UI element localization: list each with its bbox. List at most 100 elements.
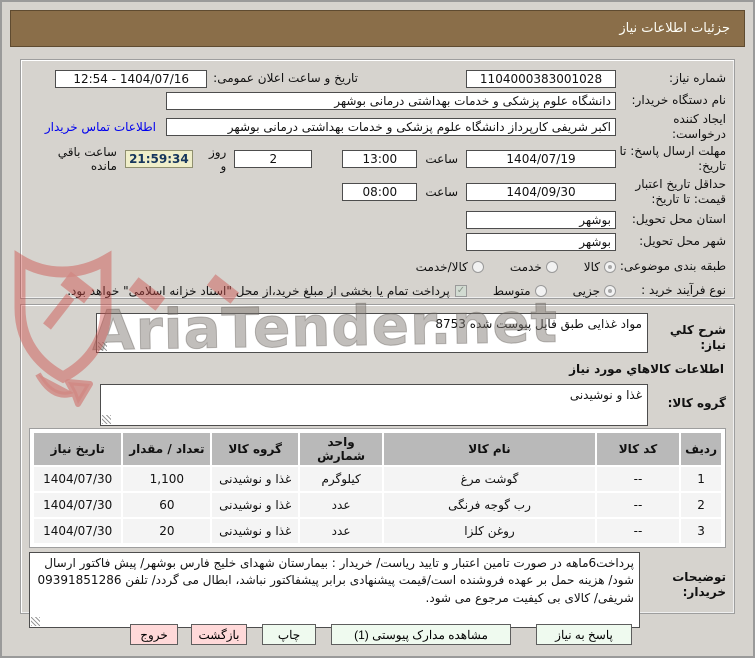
requester-row: ایجاد کننده درخواست: اکبر شریفی کارپرداز…	[29, 112, 726, 142]
province-row: استان محل تحویل: بوشهر	[29, 209, 726, 230]
radio-selected-icon[interactable]	[604, 260, 616, 273]
province-field[interactable]: بوشهر	[466, 210, 616, 229]
validity-date-field[interactable]: 1404/09/30	[466, 183, 616, 201]
cell-unit: کیلوگرم	[299, 467, 383, 491]
validity-time-field[interactable]: 08:00	[342, 183, 418, 201]
resize-grip-icon[interactable]	[102, 415, 111, 424]
buyer-contact-link[interactable]: اطلاعات تماس خریدار	[45, 120, 156, 134]
process-type-row: نوع فرآیند خرید : جزیی متوسط ✓ پرداخت تم…	[29, 280, 726, 301]
buyer-org-field[interactable]: دانشگاه علوم پزشکی و خدمات بهداشتی درمان…	[166, 91, 616, 110]
classification-row: طبقه بندی موضوعی: کالا خدمت کالا/خدمت	[29, 256, 726, 277]
buyer-org-row: نام دستگاه خریدار: دانشگاه علوم پزشکی و …	[29, 90, 726, 111]
buyer-notes-row: توضیحات خریدار: پرداخت6ماهه در صورت تامی…	[29, 552, 726, 628]
cell-group: غذا و نوشیدنی	[212, 493, 298, 517]
requester-label: ایجاد کننده درخواست:	[672, 112, 726, 141]
radio-option-service[interactable]: خدمت	[510, 260, 558, 274]
radio-option-goods[interactable]: کالا	[584, 260, 616, 274]
need-number-label: شماره نیاز:	[669, 71, 726, 85]
col-item-code: کد کالا	[596, 433, 680, 465]
countdown-timer: 21:59:34	[124, 150, 193, 168]
need-number-field[interactable]: 1104000383001028	[466, 69, 616, 88]
city-row: شهر محل تحویل: بوشهر	[29, 231, 726, 252]
cell-need-date: 1404/07/30	[34, 493, 122, 517]
publish-datetime-field[interactable]: 1404/07/16 - 12:54	[55, 69, 208, 88]
item-group-value: غذا و نوشیدنی	[569, 388, 642, 402]
action-buttons-row: پاسخ به نیاز مشاهده مدارک پیوستی (1) چاپ…	[2, 624, 753, 645]
radio-icon[interactable]	[534, 284, 547, 297]
need-number-row: شماره نیاز: 1104000383001028 تاریخ و ساع…	[29, 68, 726, 89]
radio-option-goods-service[interactable]: کالا/خدمت	[416, 260, 484, 274]
cell-item-name: گوشت مرغ	[384, 467, 595, 491]
price-validity-row: حداقل تاریخ اعتبار قیمت: تا تاریخ: 1404/…	[29, 176, 726, 208]
deadline-label: مهلت ارسال پاسخ: تا تاریخ:	[619, 144, 726, 173]
cell-need-date: 1404/07/30	[34, 519, 122, 543]
resize-grip-icon[interactable]	[98, 342, 107, 351]
cell-need-date: 1404/07/30	[34, 467, 122, 491]
deadline-hour-label: ساعت	[425, 152, 458, 166]
deadline-date-field[interactable]: 1404/07/19	[466, 150, 616, 168]
col-item-name: نام کالا	[384, 433, 595, 465]
city-label: شهر محل تحویل:	[639, 234, 726, 248]
buyer-notes-label: توضیحات خریدار:	[672, 570, 726, 599]
validity-label: حداقل تاریخ اعتبار قیمت: تا تاریخ:	[635, 177, 726, 206]
radio-option-label: جزیی	[572, 283, 600, 298]
publish-datetime-label: تاریخ و ساعت اعلان عمومی:	[213, 71, 358, 85]
cell-row-no: 1	[681, 467, 721, 491]
table-row: 1 -- گوشت مرغ کیلوگرم غذا و نوشیدنی 1,10…	[34, 467, 721, 491]
treasury-note-text: پرداخت تمام یا بخشی از مبلغ خرید،از محل …	[67, 283, 450, 298]
cell-item-code: --	[596, 467, 680, 491]
page-title: جزئیات اطلاعات نیاز	[619, 21, 730, 36]
table-row: 2 -- رب گوجه فرنگی عدد غذا و نوشیدنی 60 …	[34, 493, 721, 517]
days-and-label: روز و	[208, 145, 227, 173]
col-unit: واحد شمارش	[299, 433, 383, 465]
cell-group: غذا و نوشیدنی	[212, 467, 298, 491]
col-row-no: ردیف	[681, 433, 721, 465]
cell-unit: عدد	[299, 519, 383, 543]
cell-quantity: 20	[123, 519, 211, 543]
cell-item-code: --	[596, 519, 680, 543]
print-button[interactable]: چاپ	[262, 624, 316, 645]
cell-item-code: --	[596, 493, 680, 517]
validity-hour-label: ساعت	[425, 185, 458, 199]
items-groupbox: شرح کلي نیاز: مواد غذایی طبق فایل پیوست …	[20, 304, 735, 628]
city-field[interactable]: بوشهر	[466, 232, 616, 251]
need-desc-value: مواد غذایی طبق فایل پیوست شده 8753	[435, 317, 642, 331]
cell-quantity: 60	[123, 493, 211, 517]
radio-icon[interactable]	[471, 260, 484, 273]
radio-option-label: کالا	[583, 259, 600, 274]
requester-field[interactable]: اکبر شریفی کارپرداز دانشگاه علوم پزشکی و…	[166, 118, 616, 136]
table-row: 3 -- روغن کلزا عدد غذا و نوشیدنی 20 1404…	[34, 519, 721, 543]
respond-to-need-button[interactable]: پاسخ به نیاز	[536, 624, 632, 645]
cell-row-no: 3	[681, 519, 721, 543]
radio-option-medium[interactable]: متوسط	[493, 284, 547, 298]
general-info-groupbox: شماره نیاز: 1104000383001028 تاریخ و ساع…	[20, 59, 735, 299]
col-need-date: تاریخ نیاز	[34, 433, 122, 465]
need-desc-textarea[interactable]: مواد غذایی طبق فایل پیوست شده 8753	[96, 313, 648, 353]
cell-unit: عدد	[299, 493, 383, 517]
deadline-time-field[interactable]: 13:00	[342, 150, 418, 168]
items-section-heading: اطلاعات کالاهاي مورد نیاز	[569, 362, 724, 376]
need-desc-label: شرح کلي نیاز:	[669, 323, 726, 352]
process-type-label: نوع فرآیند خرید :	[641, 283, 726, 297]
view-attachments-button[interactable]: مشاهده مدارک پیوستی (1)	[331, 624, 511, 645]
exit-button[interactable]: خروج	[130, 624, 178, 645]
cell-quantity: 1,100	[123, 467, 211, 491]
checkbox-checked-icon[interactable]: ✓	[454, 284, 467, 297]
window-title-bar: جزئیات اطلاعات نیاز	[10, 10, 745, 47]
classification-label: طبقه بندی موضوعی:	[619, 259, 726, 273]
radio-selected-icon[interactable]	[604, 284, 616, 297]
radio-option-minor[interactable]: جزیی	[573, 284, 616, 298]
province-label: استان محل تحویل:	[631, 212, 726, 226]
col-group: گروه کالا	[212, 433, 298, 465]
item-group-textarea[interactable]: غذا و نوشیدنی	[100, 384, 648, 426]
back-button[interactable]: بازگشت	[191, 624, 247, 645]
deadline-row: مهلت ارسال پاسخ: تا تاریخ: 1404/07/19 سا…	[29, 143, 726, 175]
buyer-notes-textarea[interactable]: پرداخت6ماهه در صورت تامین اعتبار و تایید…	[29, 552, 640, 628]
treasury-checkbox-option[interactable]: ✓ پرداخت تمام یا بخشی از مبلغ خرید،از مح…	[67, 284, 467, 298]
item-group-label: گروه کالا:	[667, 396, 726, 410]
days-remaining-field[interactable]: 2	[234, 150, 313, 168]
cell-group: غذا و نوشیدنی	[212, 519, 298, 543]
radio-icon[interactable]	[545, 260, 558, 273]
item-group-row: گروه کالا: غذا و نوشیدنی	[29, 384, 726, 426]
buyer-org-label: نام دستگاه خریدار:	[631, 93, 727, 107]
